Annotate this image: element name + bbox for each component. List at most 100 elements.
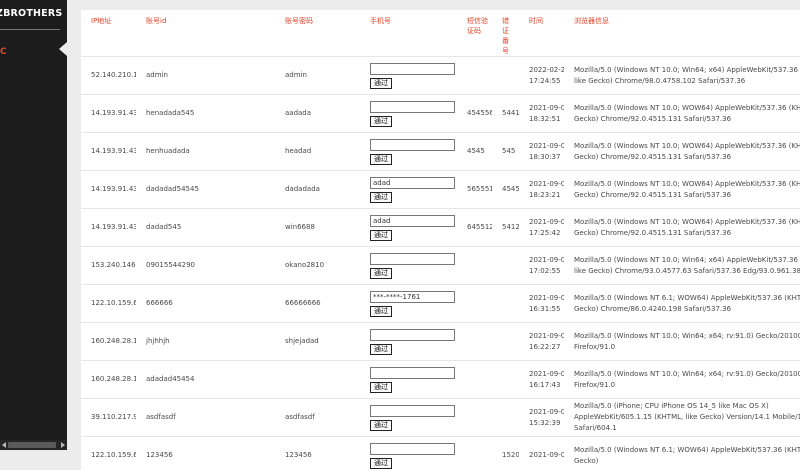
approve-button[interactable]: 通过	[370, 192, 392, 203]
cell-browser-info: Mozilla/5.0 (Windows NT 10.0; Win64; x64…	[564, 247, 800, 285]
header-col-time: 时间	[519, 10, 564, 57]
scrollbar-thumb[interactable]	[8, 442, 56, 448]
time-date: 2021-09-07	[529, 141, 560, 152]
cell-sms-code: 4545	[457, 133, 492, 171]
cell-password: asdfasdf	[275, 399, 360, 437]
cell-sms-code	[457, 57, 492, 95]
cell-password: admin	[275, 57, 360, 95]
time-date: 2021-09-07	[529, 293, 560, 304]
cell-account-id: 666666	[136, 285, 275, 323]
sidebar-horizontal-scrollbar[interactable]	[0, 440, 67, 450]
brand-divider	[0, 29, 60, 30]
cell-sms-code	[457, 247, 492, 285]
brand-logo-text: ZBROTHERS	[0, 8, 62, 19]
scroll-left-arrow-icon[interactable]	[2, 442, 6, 448]
cell-account-id: henhuadada	[136, 133, 275, 171]
table-row: 14.193.91.43henhuadadaheadad通过4545545202…	[81, 133, 800, 171]
table-body: 52.140.210.148adminadmin通过2022-02-2317:2…	[81, 57, 800, 470]
cell-time: 2021-09-0718:23:21	[519, 171, 564, 209]
phone-input[interactable]	[370, 139, 455, 151]
phone-input[interactable]	[370, 101, 455, 113]
time-clock: 18:30:37	[529, 152, 560, 163]
records-table: IP地址账号id账号密码手机号短信验证码错证番号时间浏览器信息 52.140.2…	[81, 10, 800, 470]
cell-sms-code	[457, 285, 492, 323]
cell-browser-info: Mozilla/5.0 (Windows NT 10.0; WOW64) App…	[564, 133, 800, 171]
cell-password: shjejadad	[275, 323, 360, 361]
cell-browser-info: Mozilla/5.0 (Windows NT 10.0; Win64; x64…	[564, 323, 800, 361]
cell-account-id: dadad545	[136, 209, 275, 247]
approve-button[interactable]: 通过	[370, 154, 392, 165]
cell-password	[275, 361, 360, 399]
cell-account-id: adadad45454	[136, 361, 275, 399]
cell-sms-code: 454556	[457, 95, 492, 133]
phone-input[interactable]	[370, 329, 455, 341]
table-row: 14.193.91.43dadad545win6688adad通过6455125…	[81, 209, 800, 247]
time-clock: 16:31:55	[529, 304, 560, 315]
cell-code: 5412	[492, 209, 519, 247]
cell-phone: 通过	[360, 247, 457, 285]
approve-button[interactable]: 通过	[370, 458, 392, 469]
time-date: 2021-09-07	[529, 331, 560, 342]
sidebar-active-item[interactable]: C	[0, 47, 7, 57]
cell-ip: 14.193.91.43	[81, 95, 136, 133]
cell-code	[492, 361, 519, 399]
approve-button[interactable]: 通过	[370, 230, 392, 241]
header-col-sms-code: 短信验证码	[457, 10, 492, 57]
cell-time: 2022-02-2317:24:55	[519, 57, 564, 95]
phone-input[interactable]	[370, 405, 455, 417]
approve-button[interactable]: 通过	[370, 344, 392, 355]
table-row: 39.110.217.9asdfasdfasdfasdf通过2021-09-07…	[81, 399, 800, 437]
approve-button[interactable]: 通过	[370, 78, 392, 89]
cell-password: okano2810	[275, 247, 360, 285]
time-clock: 17:02:55	[529, 266, 560, 277]
phone-input[interactable]: adad	[370, 215, 455, 227]
phone-input[interactable]	[370, 443, 455, 455]
phone-input[interactable]	[370, 253, 455, 265]
cell-password: aadada	[275, 95, 360, 133]
cell-password: win6688	[275, 209, 360, 247]
time-date: 2022-02-23	[529, 65, 560, 76]
cell-password: 123456	[275, 437, 360, 470]
approve-button[interactable]: 通过	[370, 116, 392, 127]
cell-code	[492, 247, 519, 285]
time-clock: 17:24:55	[529, 76, 560, 87]
approve-button[interactable]: 通过	[370, 382, 392, 393]
cell-password: 66666666	[275, 285, 360, 323]
time-date: 2021-09-07	[529, 255, 560, 266]
cell-code	[492, 323, 519, 361]
cell-time: 2021-09-0717:25:42	[519, 209, 564, 247]
approve-button[interactable]: 通过	[370, 306, 392, 317]
cell-sms-code: 645512	[457, 209, 492, 247]
scroll-right-arrow-icon[interactable]	[61, 442, 65, 448]
header-col-code: 错证番号	[492, 10, 519, 57]
time-clock: 17:25:42	[529, 228, 560, 239]
cell-ip: 153.240.146.132	[81, 247, 136, 285]
cell-sms-code	[457, 399, 492, 437]
cell-account-id: admin	[136, 57, 275, 95]
active-caret-icon	[59, 42, 67, 56]
cell-account-id: 09015544290	[136, 247, 275, 285]
cell-time: 2021-09-0716:31:55	[519, 285, 564, 323]
approve-button[interactable]: 通过	[370, 420, 392, 431]
cell-browser-info: Mozilla/5.0 (iPhone; CPU iPhone OS 14_5 …	[564, 399, 800, 437]
time-clock: 18:23:21	[529, 190, 560, 201]
cell-ip: 160.248.28.106	[81, 323, 136, 361]
header-col-account-id: 账号id	[136, 10, 275, 57]
phone-input[interactable]: ***-****-1761	[370, 291, 455, 303]
cell-sms-code	[457, 361, 492, 399]
cell-account-id: jhjhhjh	[136, 323, 275, 361]
cell-ip: 39.110.217.9	[81, 399, 136, 437]
phone-input[interactable]: adad	[370, 177, 455, 189]
cell-code: 545	[492, 133, 519, 171]
cell-ip: 14.193.91.43	[81, 171, 136, 209]
phone-input[interactable]	[370, 367, 455, 379]
cell-code: 1520	[492, 437, 519, 470]
cell-browser-info: Mozilla/5.0 (Windows NT 10.0; WOW64) App…	[564, 95, 800, 133]
cell-phone: 通过	[360, 361, 457, 399]
cell-browser-info: Mozilla/5.0 (Windows NT 10.0; Win64; x64…	[564, 361, 800, 399]
approve-button[interactable]: 通过	[370, 268, 392, 279]
cell-time: 2021-09-0716:22:27	[519, 323, 564, 361]
time-date: 2021-09-07	[529, 103, 560, 114]
cell-ip: 160.248.28.106	[81, 361, 136, 399]
phone-input[interactable]	[370, 63, 455, 75]
